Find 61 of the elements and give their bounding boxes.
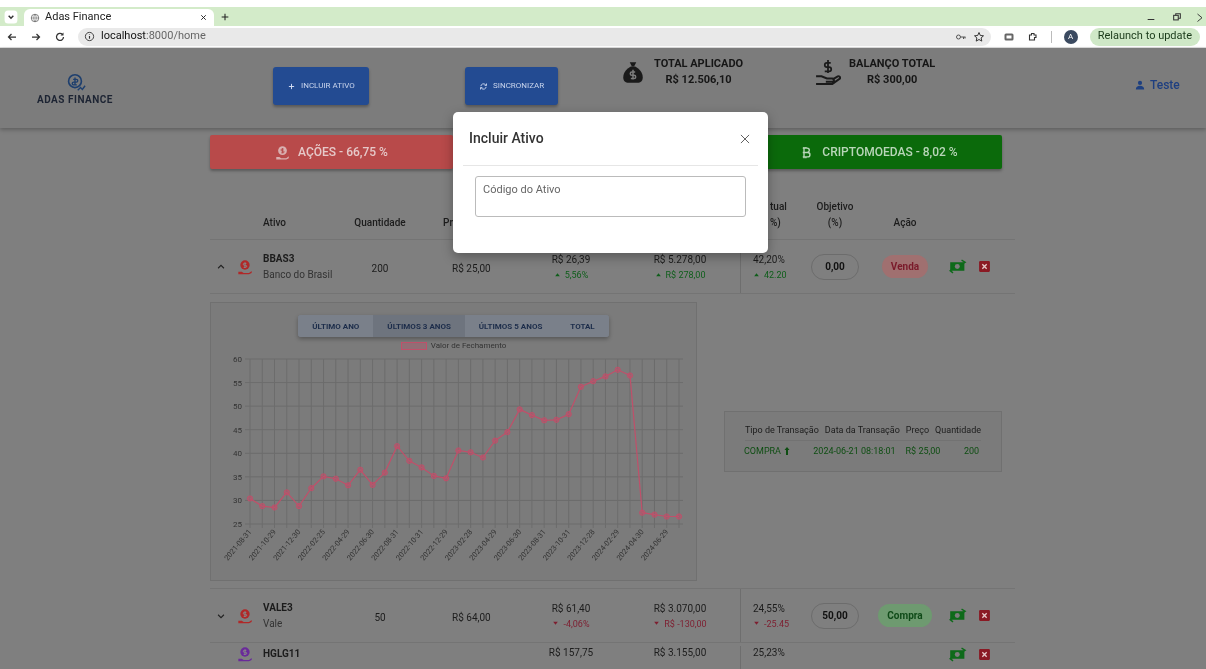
y-tick-label: 40: [233, 448, 242, 458]
url-text: localhost:8000/home: [101, 28, 207, 45]
stat-label: BALANÇO TOTAL: [849, 56, 936, 72]
change-text: -25.45: [764, 617, 790, 630]
share-text: 24,55%: [753, 601, 786, 615]
column-header: Preço: [905, 424, 930, 437]
table-cell-text: 2024-06-21 08:18:01: [812, 444, 897, 458]
stat-label: TOTAL APLICADO: [654, 56, 744, 72]
column-header: Data da Transação: [824, 424, 900, 437]
y-tick-label: 30: [233, 495, 242, 505]
category-label: CRIPTOMOEDAS - 8,02 %: [822, 144, 958, 161]
asset-code: BBAS3: [263, 251, 296, 266]
action-badge: Compra: [878, 604, 932, 627]
change-text: 42.20: [764, 268, 787, 281]
action-badge: Venda: [881, 255, 929, 278]
change-text: -4,06%: [563, 617, 590, 630]
legend-label: Valor de Fechamento: [430, 340, 507, 351]
column-header: Quantidade: [935, 424, 982, 437]
asset-code: HGLG11: [263, 647, 302, 661]
current-price-text: R$ 61,40: [551, 601, 591, 615]
y-tick-label: 45: [233, 425, 242, 435]
modal-title: Incluir Ativo: [469, 129, 544, 148]
share-text: 25,23%: [753, 646, 786, 659]
column-header: Objetivo: [816, 200, 854, 214]
total-value-text: R$ 3.155,00: [653, 646, 707, 659]
asset-name: Banco do Brasil: [263, 267, 334, 282]
column-header: tual: [770, 200, 788, 214]
quantity-text: 200: [371, 262, 389, 274]
table-cell-text: R$ 25,00: [904, 444, 942, 458]
category-label: AÇÕES - 66,75 %: [298, 143, 388, 161]
transaction-type: COMPRA: [744, 444, 781, 458]
y-tick-label: 55: [233, 378, 242, 388]
change-text: R$ -130,00: [664, 617, 707, 630]
quantity-text: 50: [374, 611, 386, 623]
share-text: 42,20%: [753, 252, 786, 266]
table-cell-text: 200: [962, 444, 981, 458]
column-header: Quantidade: [353, 216, 407, 230]
y-tick-label: 25: [233, 519, 242, 529]
y-tick-label: 35: [233, 472, 242, 482]
asset-code: VALE3: [263, 600, 294, 615]
y-tick-label: 60: [233, 354, 242, 364]
stat-value: R$ 12.506,10: [665, 72, 732, 88]
logo-text: ADAS FINANCE: [37, 94, 113, 106]
current-price-text: R$ 26,39: [551, 252, 591, 266]
total-value-text: R$ 3.070,00: [653, 601, 707, 615]
column-header: Pr: [443, 216, 454, 230]
current-price-text: R$ 157,75: [548, 646, 594, 659]
asset-name: Vale: [263, 616, 284, 631]
column-header: (%): [827, 216, 843, 231]
price-text: R$ 64,00: [452, 611, 491, 623]
change-text: 5,56%: [564, 268, 589, 281]
y-tick-label: 50: [233, 401, 242, 411]
column-header: Tipo de Transação: [744, 424, 819, 437]
change-text: R$ 278,00: [665, 268, 706, 281]
tab-title: Adas Finance: [45, 9, 113, 26]
stat-value: R$ 300,00: [867, 72, 918, 88]
column-header: Ação: [893, 216, 917, 230]
column-header: Ativo: [263, 216, 287, 230]
price-text: R$ 25,00: [452, 262, 491, 274]
column-header: %): [770, 216, 782, 231]
total-value-text: R$ 5.278,00: [653, 252, 707, 266]
